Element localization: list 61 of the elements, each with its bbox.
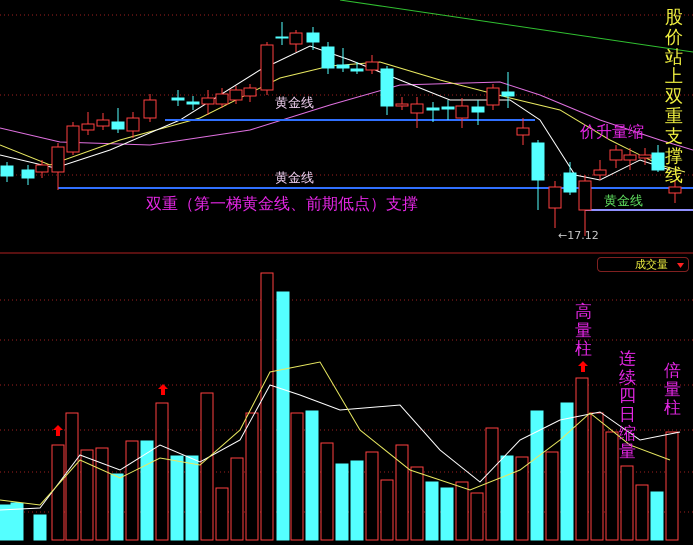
candlestick	[380, 66, 394, 116]
caret-icon	[677, 263, 684, 268]
candlestick	[502, 72, 514, 108]
candlestick	[594, 160, 606, 180]
candlestick	[82, 112, 94, 136]
price-low-marker: ←17.12	[558, 228, 599, 244]
candlestick	[548, 180, 562, 228]
candlestick	[260, 42, 274, 96]
candlestick	[322, 42, 334, 74]
volume-bar	[110, 474, 124, 540]
candlestick	[244, 84, 256, 102]
volume-bar	[10, 502, 24, 540]
candlestick	[610, 144, 622, 168]
volume-bar	[650, 492, 664, 540]
candlestick	[290, 30, 302, 52]
vertical-annotation: 高量柱	[575, 303, 592, 360]
candlestick	[230, 86, 242, 104]
indicator-dropdown[interactable]: 成交量	[597, 257, 689, 272]
candlestick	[52, 142, 64, 190]
candlestick	[216, 88, 228, 108]
candlestick	[472, 100, 484, 126]
candlestick	[96, 112, 110, 130]
volume-bar	[470, 492, 484, 540]
candlestick	[144, 94, 156, 122]
volume-bar	[636, 484, 648, 540]
candlestick	[516, 118, 530, 146]
support-caption: 双重（第一梯黄金线、前期低点）支撑	[146, 193, 418, 215]
golden-line-label: 黄金线	[275, 170, 314, 188]
candlestick	[426, 102, 440, 122]
candlestick	[22, 164, 34, 186]
candlestick	[66, 122, 80, 156]
candlestick	[172, 90, 184, 106]
volume-bar	[0, 504, 12, 540]
candlestick	[202, 90, 214, 116]
volume-bar	[380, 480, 394, 540]
candlestick	[366, 54, 378, 74]
candlestick	[396, 96, 408, 110]
vertical-annotation: 倍量柱	[664, 362, 681, 418]
up-arrow-icon	[53, 425, 63, 436]
candlestick	[410, 96, 424, 128]
candlestick	[186, 96, 200, 110]
candlestick	[306, 26, 320, 50]
volume-bar	[440, 488, 454, 540]
candlestick	[276, 22, 288, 46]
candlestick	[126, 112, 140, 138]
volume-bar	[216, 488, 228, 540]
candlestick	[624, 148, 636, 170]
candlestick	[36, 160, 48, 178]
up-arrow-icon	[158, 384, 168, 395]
candlestick	[486, 84, 500, 110]
candlestick	[564, 162, 576, 196]
volume-bar	[34, 514, 46, 540]
volume-bar	[426, 482, 438, 540]
candlestick	[0, 162, 14, 182]
golden-line-label: 黄金线	[604, 193, 643, 211]
golden-line-label: 黄金线	[275, 95, 314, 113]
up-arrow-icon	[578, 361, 588, 372]
volume-bar	[456, 482, 468, 540]
candlestick	[112, 108, 124, 134]
vertical-annotation: 股价站上双重支撑线	[665, 8, 683, 186]
candlestick	[532, 140, 544, 210]
